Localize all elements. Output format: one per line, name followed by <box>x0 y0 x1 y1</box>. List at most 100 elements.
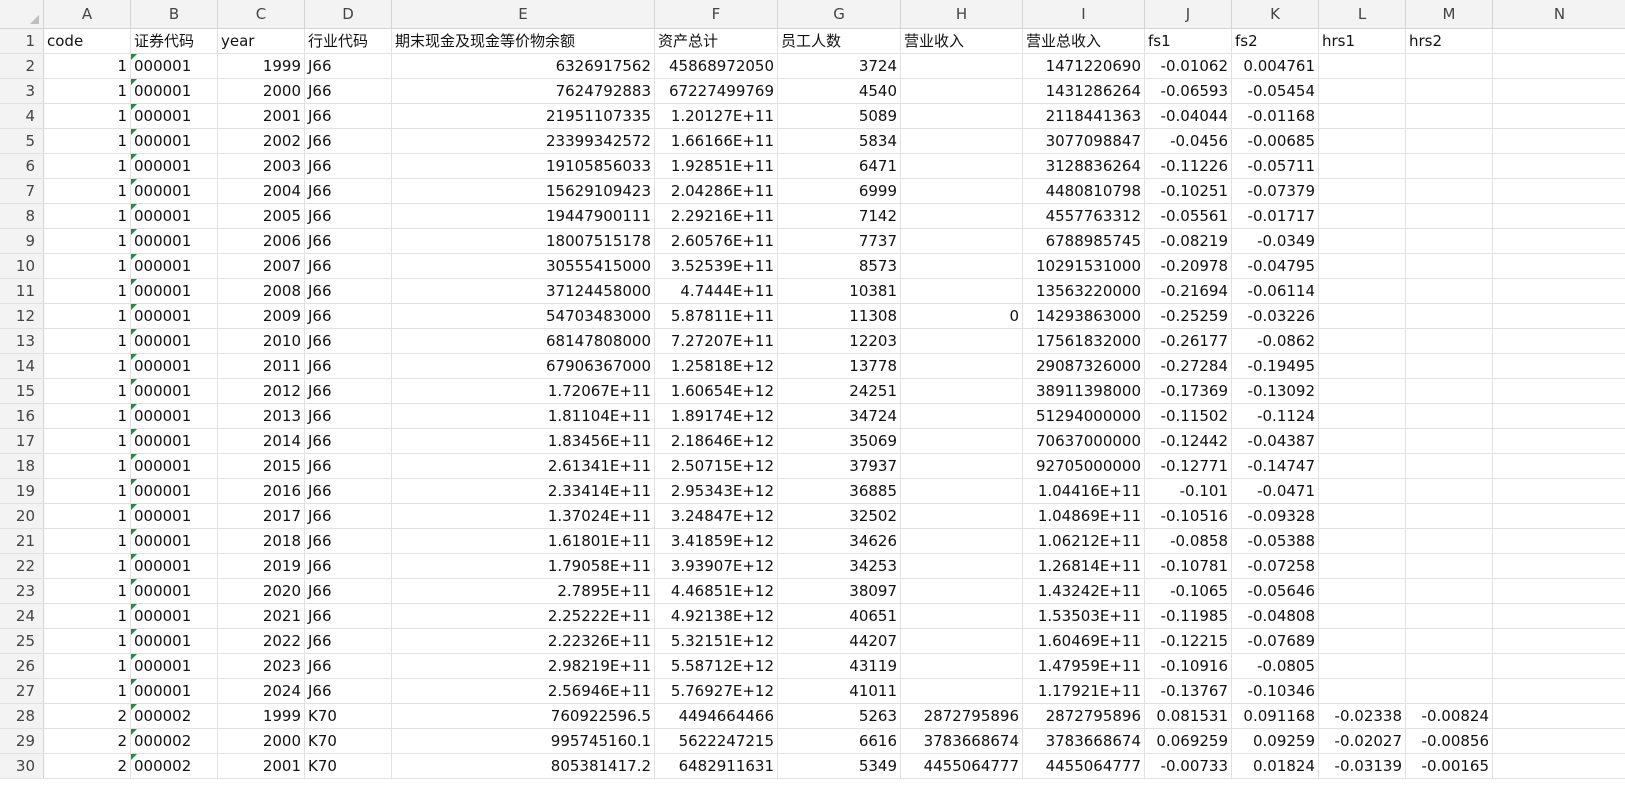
cell-n16[interactable] <box>1493 404 1625 428</box>
cell-m18[interactable] <box>1406 454 1493 478</box>
cell-k7[interactable]: -0.07379 <box>1232 179 1319 203</box>
cell-e27[interactable]: 2.56946E+11 <box>392 679 655 703</box>
cell-m1[interactable]: hrs2 <box>1406 29 1493 53</box>
cell-e7[interactable]: 15629109423 <box>392 179 655 203</box>
cell-m25[interactable] <box>1406 629 1493 653</box>
cell-m27[interactable] <box>1406 679 1493 703</box>
cell-n25[interactable] <box>1493 629 1625 653</box>
cell-n9[interactable] <box>1493 229 1625 253</box>
cell-f20[interactable]: 3.24847E+12 <box>655 504 778 528</box>
cell-l24[interactable] <box>1319 604 1406 628</box>
cell-f14[interactable]: 1.25818E+12 <box>655 354 778 378</box>
cell-g5[interactable]: 5834 <box>778 129 901 153</box>
cell-h23[interactable] <box>901 579 1023 603</box>
cell-n20[interactable] <box>1493 504 1625 528</box>
cell-d30[interactable]: K70 <box>305 754 392 778</box>
cell-a18[interactable]: 1 <box>44 454 131 478</box>
cell-i29[interactable]: 3783668674 <box>1023 729 1145 753</box>
cell-i2[interactable]: 1471220690 <box>1023 54 1145 78</box>
cell-e25[interactable]: 2.22326E+11 <box>392 629 655 653</box>
cell-m23[interactable] <box>1406 579 1493 603</box>
cell-m2[interactable] <box>1406 54 1493 78</box>
cell-c28[interactable]: 1999 <box>218 704 305 728</box>
cell-a20[interactable]: 1 <box>44 504 131 528</box>
cell-d21[interactable]: J66 <box>305 529 392 553</box>
row-header[interactable]: 27 <box>0 679 44 703</box>
cell-g21[interactable]: 34626 <box>778 529 901 553</box>
cell-f2[interactable]: 45868972050 <box>655 54 778 78</box>
cell-e29[interactable]: 995745160.1 <box>392 729 655 753</box>
cell-j8[interactable]: -0.05561 <box>1145 204 1232 228</box>
cell-k23[interactable]: -0.05646 <box>1232 579 1319 603</box>
cell-j14[interactable]: -0.27284 <box>1145 354 1232 378</box>
cell-b29[interactable]: 000002 <box>131 729 218 753</box>
column-header-e[interactable]: E <box>392 0 655 28</box>
cell-b15[interactable]: 000001 <box>131 379 218 403</box>
cell-c8[interactable]: 2005 <box>218 204 305 228</box>
cell-d29[interactable]: K70 <box>305 729 392 753</box>
cell-e28[interactable]: 760922596.5 <box>392 704 655 728</box>
cell-b3[interactable]: 000001 <box>131 79 218 103</box>
cell-n6[interactable] <box>1493 154 1625 178</box>
cell-j7[interactable]: -0.10251 <box>1145 179 1232 203</box>
cell-e13[interactable]: 68147808000 <box>392 329 655 353</box>
cell-h13[interactable] <box>901 329 1023 353</box>
row-header[interactable]: 30 <box>0 754 44 778</box>
cell-f9[interactable]: 2.60576E+11 <box>655 229 778 253</box>
row-header[interactable]: 17 <box>0 429 44 453</box>
cell-j20[interactable]: -0.10516 <box>1145 504 1232 528</box>
cell-i16[interactable]: 51294000000 <box>1023 404 1145 428</box>
cell-g9[interactable]: 7737 <box>778 229 901 253</box>
cell-f18[interactable]: 2.50715E+12 <box>655 454 778 478</box>
cell-f4[interactable]: 1.20127E+11 <box>655 104 778 128</box>
cell-m20[interactable] <box>1406 504 1493 528</box>
cell-a27[interactable]: 1 <box>44 679 131 703</box>
cell-k20[interactable]: -0.09328 <box>1232 504 1319 528</box>
cell-i5[interactable]: 3077098847 <box>1023 129 1145 153</box>
cell-l23[interactable] <box>1319 579 1406 603</box>
cell-b10[interactable]: 000001 <box>131 254 218 278</box>
cell-c29[interactable]: 2000 <box>218 729 305 753</box>
cell-b8[interactable]: 000001 <box>131 204 218 228</box>
cell-b19[interactable]: 000001 <box>131 479 218 503</box>
cell-l10[interactable] <box>1319 254 1406 278</box>
cell-k8[interactable]: -0.01717 <box>1232 204 1319 228</box>
cell-f6[interactable]: 1.92851E+11 <box>655 154 778 178</box>
column-header-i[interactable]: I <box>1023 0 1145 28</box>
cell-c21[interactable]: 2018 <box>218 529 305 553</box>
cell-c17[interactable]: 2014 <box>218 429 305 453</box>
cell-a19[interactable]: 1 <box>44 479 131 503</box>
cell-k5[interactable]: -0.00685 <box>1232 129 1319 153</box>
cell-g18[interactable]: 37937 <box>778 454 901 478</box>
column-header-c[interactable]: C <box>218 0 305 28</box>
cell-b7[interactable]: 000001 <box>131 179 218 203</box>
cell-n29[interactable] <box>1493 729 1625 753</box>
cell-h3[interactable] <box>901 79 1023 103</box>
cell-d20[interactable]: J66 <box>305 504 392 528</box>
cell-h19[interactable] <box>901 479 1023 503</box>
cell-n30[interactable] <box>1493 754 1625 778</box>
cell-g27[interactable]: 41011 <box>778 679 901 703</box>
cell-l9[interactable] <box>1319 229 1406 253</box>
cell-n3[interactable] <box>1493 79 1625 103</box>
cell-g25[interactable]: 44207 <box>778 629 901 653</box>
cell-a12[interactable]: 1 <box>44 304 131 328</box>
cell-d28[interactable]: K70 <box>305 704 392 728</box>
cell-k28[interactable]: 0.091168 <box>1232 704 1319 728</box>
cell-m12[interactable] <box>1406 304 1493 328</box>
cell-f21[interactable]: 3.41859E+12 <box>655 529 778 553</box>
cell-k3[interactable]: -0.05454 <box>1232 79 1319 103</box>
cell-c22[interactable]: 2019 <box>218 554 305 578</box>
cell-n13[interactable] <box>1493 329 1625 353</box>
cell-b25[interactable]: 000001 <box>131 629 218 653</box>
cell-m14[interactable] <box>1406 354 1493 378</box>
cell-j18[interactable]: -0.12771 <box>1145 454 1232 478</box>
cell-g17[interactable]: 35069 <box>778 429 901 453</box>
cell-g6[interactable]: 6471 <box>778 154 901 178</box>
cell-i13[interactable]: 17561832000 <box>1023 329 1145 353</box>
cell-c23[interactable]: 2020 <box>218 579 305 603</box>
cell-g16[interactable]: 34724 <box>778 404 901 428</box>
cell-l1[interactable]: hrs1 <box>1319 29 1406 53</box>
cell-c30[interactable]: 2001 <box>218 754 305 778</box>
cell-l8[interactable] <box>1319 204 1406 228</box>
